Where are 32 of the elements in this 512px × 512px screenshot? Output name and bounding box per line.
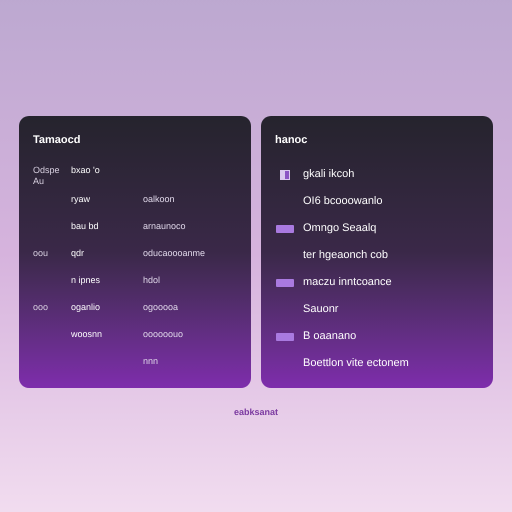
color-swatch bbox=[276, 224, 294, 232]
row-label: oou bbox=[33, 248, 50, 258]
row-value: woosnn bbox=[71, 328, 104, 340]
list-item-text: ter hgeaonch cob bbox=[303, 248, 388, 264]
row-detail: ogooooa bbox=[143, 302, 180, 312]
row-value: ryaw bbox=[71, 194, 92, 204]
row-label: Odspe Au bbox=[33, 164, 61, 186]
list-item-text: maczu inntcoance bbox=[303, 275, 392, 290]
list-item-text: Omngo Seaalq bbox=[303, 221, 376, 236]
row-detail: oalkoon bbox=[143, 194, 176, 204]
row-value: bau bd bbox=[71, 220, 100, 232]
list-item-text: OI6 bcooowanlo bbox=[303, 194, 382, 210]
footer-text: eabksanat bbox=[234, 406, 278, 419]
list-item-text: Boettlon vite ectonem bbox=[303, 356, 409, 372]
row-detail: arnaunoco bbox=[143, 220, 187, 232]
document-icon bbox=[279, 168, 291, 180]
row-detail: oducaoooanme bbox=[143, 248, 206, 258]
row-value: n ipnes bbox=[71, 274, 102, 286]
row-label: ooo bbox=[33, 302, 50, 312]
row-detail: hdol bbox=[143, 274, 162, 286]
color-swatch bbox=[276, 332, 294, 340]
row-detail: nnn bbox=[143, 356, 160, 366]
row-value: qdr bbox=[71, 248, 86, 258]
list-item-text: gkali ikcoh bbox=[303, 167, 354, 182]
card-title: hanoc bbox=[275, 133, 308, 148]
list-item-text: Sauonr bbox=[303, 302, 338, 318]
list-item-text: B oaanano bbox=[303, 329, 356, 344]
card-title: Tamaocd bbox=[33, 133, 82, 148]
row-detail: oooooouo bbox=[143, 328, 184, 340]
color-swatch bbox=[276, 278, 294, 286]
row-value: bxao 'o bbox=[71, 164, 101, 176]
row-value: oganlio bbox=[71, 302, 102, 312]
